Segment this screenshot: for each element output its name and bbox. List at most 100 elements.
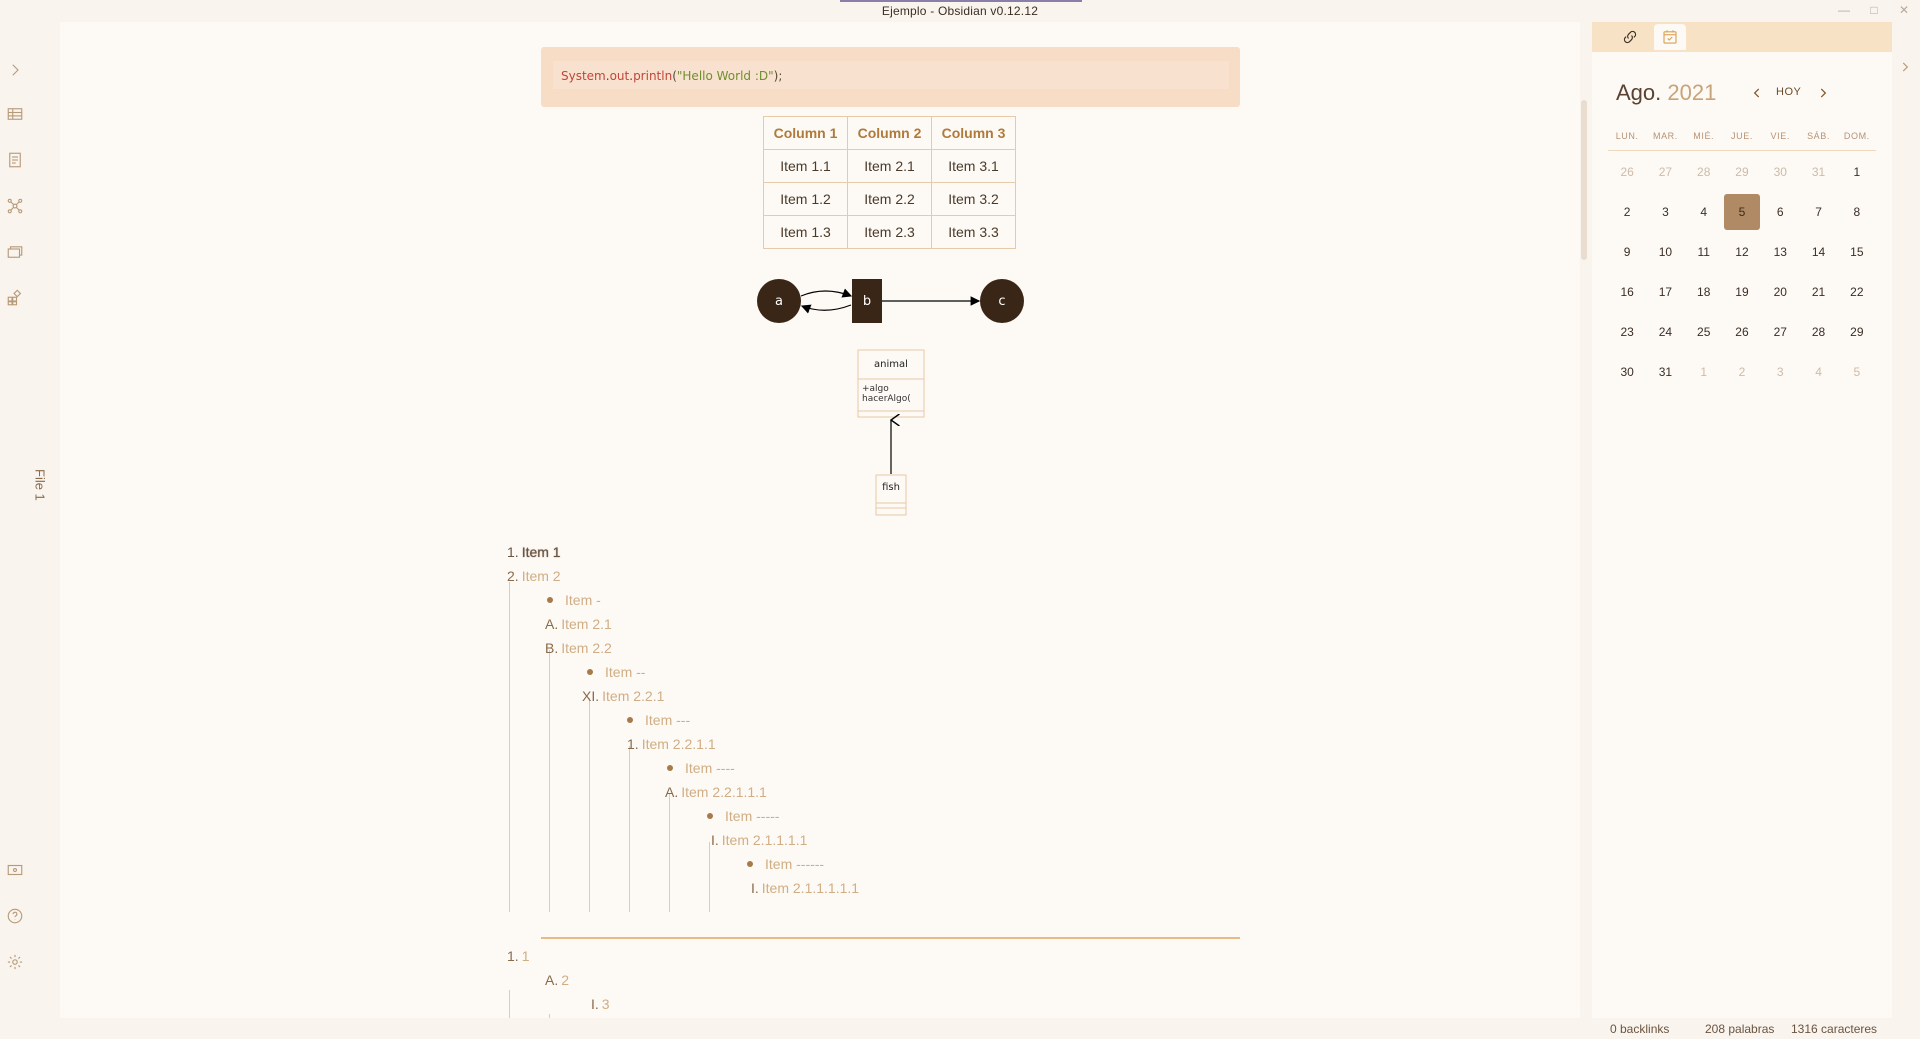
- calendar-day[interactable]: 6: [1761, 197, 1799, 237]
- graph-diagram: a b c: [757, 279, 1024, 323]
- calendar-day[interactable]: 25: [1685, 317, 1723, 357]
- calendar-year: 2021: [1667, 80, 1717, 105]
- table-cell: Item 3.2: [931, 182, 1016, 216]
- calendar-day[interactable]: 5: [1723, 194, 1761, 237]
- calendar-week-row: 26 27 28 29 30 31 1: [1608, 157, 1876, 197]
- calendar-day[interactable]: 19: [1723, 277, 1761, 317]
- code-token-close: );: [773, 69, 783, 83]
- calendar-day[interactable]: 16: [1608, 277, 1646, 317]
- uml-diagram: animal +algo hacerAlgo( fish: [857, 349, 925, 516]
- calendar-day[interactable]: 12: [1723, 237, 1761, 277]
- list-item: I. 3: [591, 996, 610, 1012]
- calendar-day[interactable]: 18: [1685, 277, 1723, 317]
- calendar-day-number: 29: [1850, 325, 1864, 339]
- calendar-day[interactable]: 10: [1646, 237, 1684, 277]
- table-cell: Item 2.1: [847, 149, 932, 183]
- list-item: Item ----: [665, 758, 735, 778]
- close-icon[interactable]: ✕: [1896, 2, 1912, 18]
- maximize-icon[interactable]: □: [1866, 2, 1882, 18]
- calendar-day[interactable]: 9: [1608, 237, 1646, 277]
- calendar-next-button[interactable]: [1813, 83, 1833, 103]
- help-icon[interactable]: [4, 905, 26, 927]
- calendar-day[interactable]: 28: [1685, 157, 1723, 197]
- calendar-day[interactable]: 4: [1685, 197, 1723, 237]
- calendar-day[interactable]: 30: [1608, 357, 1646, 397]
- calendar-week-row: 30 31 1 2 3 4 5: [1608, 357, 1876, 397]
- file-tab[interactable]: File 1: [30, 460, 50, 510]
- calendar-day[interactable]: 26: [1723, 317, 1761, 357]
- calendar-day[interactable]: 27: [1646, 157, 1684, 197]
- calendar-day[interactable]: 29: [1838, 317, 1876, 357]
- calendar-day[interactable]: 31: [1646, 357, 1684, 397]
- calendar-day-number: 2: [1738, 365, 1746, 379]
- calendar-day[interactable]: 20: [1761, 277, 1799, 317]
- calendar-day[interactable]: 13: [1761, 237, 1799, 277]
- bullet-icon: [667, 765, 673, 771]
- calendar-day[interactable]: 23: [1608, 317, 1646, 357]
- calendar-day[interactable]: 5: [1838, 357, 1876, 397]
- weekday-label: DOM.: [1843, 131, 1870, 141]
- calendar-day[interactable]: 8: [1838, 197, 1876, 237]
- uml-method: hacerAlgo(: [862, 394, 911, 404]
- weekday-label: MIÉ.: [1693, 131, 1715, 141]
- table-icon[interactable]: [4, 103, 26, 125]
- tab-calendar[interactable]: [1654, 24, 1686, 50]
- calendar-today-button[interactable]: HOY: [1776, 86, 1801, 98]
- calendar-day[interactable]: 27: [1761, 317, 1799, 357]
- calendar-day[interactable]: 24: [1646, 317, 1684, 357]
- calendar-day[interactable]: 3: [1646, 197, 1684, 237]
- calendar-day[interactable]: 17: [1646, 277, 1684, 317]
- calendar-day-number: 6: [1776, 205, 1784, 219]
- bullet-icon: [627, 717, 633, 723]
- calendar-day[interactable]: 3: [1761, 357, 1799, 397]
- list-item: Item ---: [625, 710, 690, 730]
- calendar-day[interactable]: 30: [1761, 157, 1799, 197]
- calendar-day[interactable]: 7: [1799, 197, 1837, 237]
- calendar-day[interactable]: 1: [1838, 157, 1876, 197]
- weekday-label: MAR.: [1652, 131, 1678, 141]
- calendar-day[interactable]: 15: [1838, 237, 1876, 277]
- calendar-day-number: 16: [1620, 285, 1634, 299]
- uml-class-fish: [875, 474, 907, 516]
- calendar-day[interactable]: 4: [1799, 357, 1837, 397]
- indent-guide: [629, 746, 630, 912]
- calendar-day[interactable]: 11: [1685, 237, 1723, 277]
- tab-backlinks[interactable]: [1614, 24, 1646, 50]
- cards-icon[interactable]: [4, 241, 26, 263]
- weekday-label: VIE.: [1770, 131, 1790, 141]
- minimize-icon[interactable]: —: [1836, 2, 1852, 18]
- expand-sidebar-icon[interactable]: [4, 59, 26, 81]
- editor-scrollbar[interactable]: [1581, 100, 1587, 260]
- calendar-day-number: 4: [1700, 205, 1708, 219]
- settings-icon[interactable]: [4, 951, 26, 973]
- weekday-label: LUN.: [1615, 131, 1639, 141]
- graph-view-icon[interactable]: [4, 195, 26, 217]
- calendar-week-row: 2 3 4 5 6 7 8: [1608, 194, 1876, 237]
- calendar-day[interactable]: 2: [1723, 357, 1761, 397]
- calendar-day-number: 15: [1850, 245, 1864, 259]
- collapse-right-sidebar-icon[interactable]: [1898, 60, 1912, 74]
- calendar-day-number: 28: [1697, 165, 1711, 179]
- calendar-day[interactable]: 2: [1608, 197, 1646, 237]
- calendar-day[interactable]: 22: [1838, 277, 1876, 317]
- code-token-string: "Hello World :D": [676, 69, 774, 83]
- calendar-day[interactable]: 31: [1799, 157, 1837, 197]
- calendar-day-number: 5: [1723, 194, 1760, 230]
- calendar-day[interactable]: 14: [1799, 237, 1837, 277]
- status-backlinks[interactable]: 0 backlinks: [1610, 1022, 1669, 1036]
- calendar-month: Ago.: [1616, 80, 1662, 105]
- list-item: 1. 1: [507, 948, 530, 964]
- document-icon[interactable]: [4, 149, 26, 171]
- calendar-day[interactable]: 28: [1799, 317, 1837, 357]
- list-item: 1. Item 2.2.1.1: [627, 736, 716, 752]
- bullet-icon: [707, 813, 713, 819]
- calendar-day-number: 29: [1735, 165, 1749, 179]
- list-item: B. Item 2.2: [545, 640, 612, 656]
- plugins-icon[interactable]: [4, 287, 26, 309]
- calendar-day[interactable]: 26: [1608, 157, 1646, 197]
- calendar-day[interactable]: 1: [1685, 357, 1723, 397]
- calendar-day[interactable]: 29: [1723, 157, 1761, 197]
- vault-icon[interactable]: [4, 859, 26, 881]
- calendar-prev-button[interactable]: [1747, 83, 1767, 103]
- calendar-day[interactable]: 21: [1799, 277, 1837, 317]
